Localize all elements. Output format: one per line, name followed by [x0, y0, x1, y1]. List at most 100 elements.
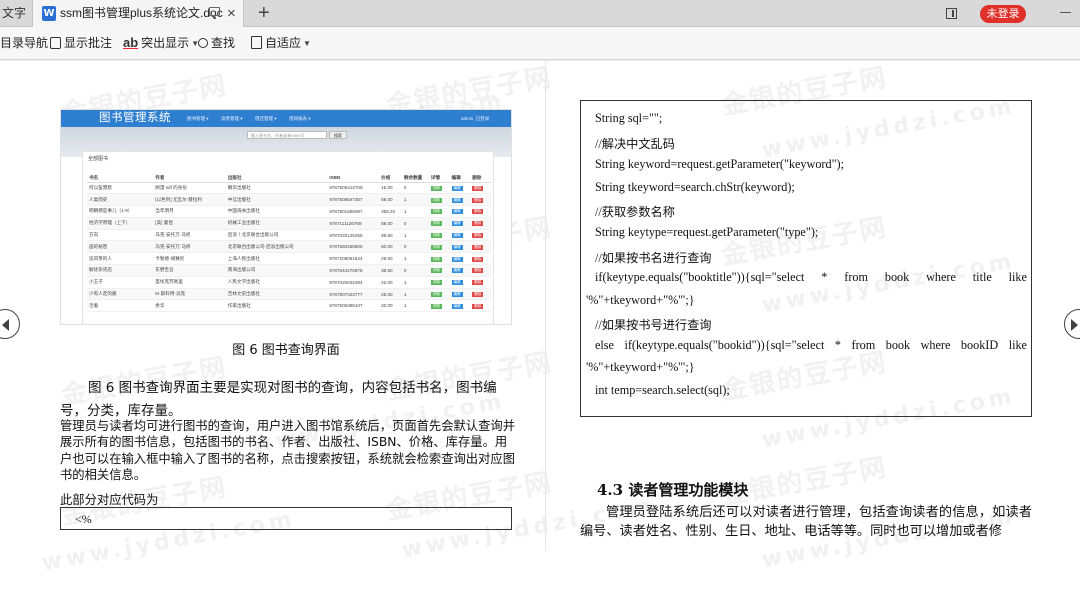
prev-page-button[interactable] — [0, 309, 20, 339]
app-table-cell: 1 — [401, 299, 429, 313]
app-edit-button: 编辑 — [451, 233, 463, 239]
fit-button[interactable]: 自适应 ▼ — [251, 27, 311, 60]
col-header: 编辑 — [449, 174, 471, 183]
app-table-cell: 作家出版社 — [225, 299, 328, 313]
app-detail-button: 详情 — [430, 268, 442, 274]
app-table-cell: 编辑 — [449, 299, 471, 313]
app-navbar: 图书管理系统 图书管理 ▾ 读者管理 ▾ 借还管理 ▾ 借阅报表 ▾ admin… — [61, 110, 511, 127]
document-viewer[interactable]: 金银的豆子网 金银的豆子网 金银的豆子网 www.jyddzi.com www.… — [0, 61, 1080, 593]
close-icon[interactable]: × — [227, 0, 236, 27]
app-table-cell: 编辑 — [449, 193, 471, 207]
col-header: 删除 — [470, 174, 491, 183]
app-table-cell: 39.50 — [379, 264, 402, 277]
app-delete-button: 删除 — [472, 280, 484, 286]
app-detail-button: 详情 — [430, 244, 442, 250]
app-detail-button: 详情 — [430, 185, 442, 191]
app-table-cell: 详情 — [428, 240, 450, 254]
find-button[interactable]: 查找 — [198, 27, 235, 60]
app-table-cell: 删除 — [470, 182, 491, 195]
app-table-row: 何以笙箫默 顾漫 sdf 的身份 朝华出版社 9787505414709 15.00 0 详… — [87, 182, 491, 195]
app-table-cell: 东野圭吾 — [153, 264, 226, 277]
window-layout-icon[interactable] — [946, 8, 957, 19]
app-table-cell: 358.20 — [379, 205, 402, 218]
app-edit-button: 编辑 — [451, 244, 463, 250]
code-token: where — [920, 338, 951, 352]
app-edit-button: 编辑 — [451, 256, 463, 262]
tab-document-title: ssm图书管理plus系统论文.doc — [60, 6, 223, 20]
app-table-cell: [美] 曼昆 — [153, 217, 226, 230]
app-table-cell: 人类简史 — [87, 193, 154, 207]
fit-label: 自适应 — [265, 36, 302, 50]
app-table-cell: 1 — [401, 288, 429, 301]
code-line: String sql=""; — [595, 111, 663, 125]
app-table-cell: 编辑 — [449, 217, 471, 230]
app-delete-button: 删除 — [472, 303, 484, 309]
app-detail-button: 详情 — [430, 280, 442, 286]
app-table-cell: 编辑 — [449, 276, 471, 289]
code-line: if(keytype.equals("booktitle")){sql="sel… — [595, 270, 1027, 285]
code-line: //获取参数名称 — [595, 205, 675, 219]
show-comments-button[interactable]: 显示批注 — [50, 27, 112, 60]
app-menu-item: 借阅报表 ▾ — [289, 116, 311, 121]
app-table-cell: 详情 — [428, 252, 450, 266]
app-table-row: 方向 马克-安托万·马修 后浪丨北京联合出版公司 9787020125265 99.80… — [87, 229, 491, 242]
app-table-cell: 删除 — [470, 229, 491, 242]
app-table-cell: 0 — [401, 182, 429, 195]
app-table-row: 少有人走的路 M·斯科特·派克 吉林文史出版社 9787807023777 26.00 1… — [87, 288, 491, 301]
app-table-cell: 少有人走的路 — [87, 288, 154, 301]
app-edit-button: 编辑 — [451, 303, 463, 309]
app-table-cell: 9787111126768 — [327, 217, 380, 230]
app-edit-button: 编辑 — [451, 221, 463, 227]
col-header: 出版社 — [225, 174, 328, 183]
code-token: book — [885, 338, 911, 352]
app-table-cell: 删除 — [470, 217, 491, 230]
app-table-cell: 88.00 — [379, 217, 402, 230]
highlight-button[interactable]: ab 突出显示 ▼ — [123, 27, 199, 60]
code-token: title — [972, 270, 992, 284]
code-token: if(keytype.equals("booktitle")){sql="sel… — [595, 270, 805, 284]
next-page-button[interactable] — [1064, 309, 1080, 339]
app-edit-button: 编辑 — [451, 280, 463, 286]
code-token: like — [1008, 270, 1027, 284]
app-delete-button: 删除 — [472, 221, 484, 227]
code-token: if(keytype.equals("bookid")){sql="select — [624, 338, 825, 352]
app-delete-button: 删除 — [472, 292, 484, 298]
app-table-cell: 编辑 — [449, 182, 471, 195]
app-table-cell: 9787020042494 — [327, 276, 380, 289]
section-heading: 4.3 读者管理功能模块 — [597, 481, 749, 499]
tab-previous[interactable]: 文字 — [0, 0, 30, 27]
app-edit-button: 编辑 — [451, 197, 463, 203]
app-brand: 图书管理系统 — [99, 112, 171, 124]
app-table-cell: 22.00 — [379, 276, 402, 289]
app-table-cell: 马克-安托万·马修 — [153, 240, 226, 254]
app-table-cell: 人民文学出版社 — [225, 276, 328, 289]
app-user: admin, 已登录 — [461, 116, 490, 121]
new-tab-button[interactable]: + — [258, 0, 270, 26]
col-header: 书名 — [87, 174, 154, 183]
code-token: book — [884, 270, 910, 284]
app-table-cell: 99.80 — [379, 229, 402, 242]
arrow-left-icon — [2, 319, 9, 331]
app-table-cell: 删除 — [470, 252, 491, 266]
code-token: * — [834, 338, 841, 352]
minimize-icon[interactable] — [1060, 12, 1071, 13]
code-token: else — [595, 338, 614, 352]
app-search-button: 搜索 — [329, 131, 347, 139]
paragraph: 此部分对应代码为 — [60, 493, 159, 507]
login-button[interactable]: 未登录 — [980, 5, 1026, 23]
app-table-cell: 20.00 — [379, 299, 402, 313]
app-table-row: 明朝那些事儿（1-9） 当年明月 中国海关出版社 9787801656087 358.2… — [87, 205, 491, 218]
app-delete-button: 删除 — [472, 244, 484, 250]
tab-document[interactable]: W ssm图书管理plus系统论文.doc × — [32, 0, 244, 27]
app-detail-button: 详情 — [430, 292, 442, 298]
arrow-right-icon — [1071, 319, 1078, 331]
app-table-cell: 卡勒德·胡赛尼 — [153, 252, 226, 266]
screen-icon[interactable] — [209, 7, 220, 19]
app-table-cell: 0 — [401, 240, 429, 254]
paragraph: 图 6 图书查询界面主要是实现对图书的查询，内容包括书名，图书编号，分类，库存量… — [60, 380, 497, 419]
app-delete-button: 删除 — [472, 256, 484, 262]
chevron-down-icon: ▼ — [303, 39, 311, 48]
app-book-table: 书名 作者 出版社 ISBN 价格 剩余数量 详情 编辑 删除 何以笙箫默 顾漫 … — [87, 174, 491, 313]
app-table-cell: 1 — [401, 229, 429, 242]
outline-nav-button[interactable]: 目录导航 — [0, 27, 48, 60]
